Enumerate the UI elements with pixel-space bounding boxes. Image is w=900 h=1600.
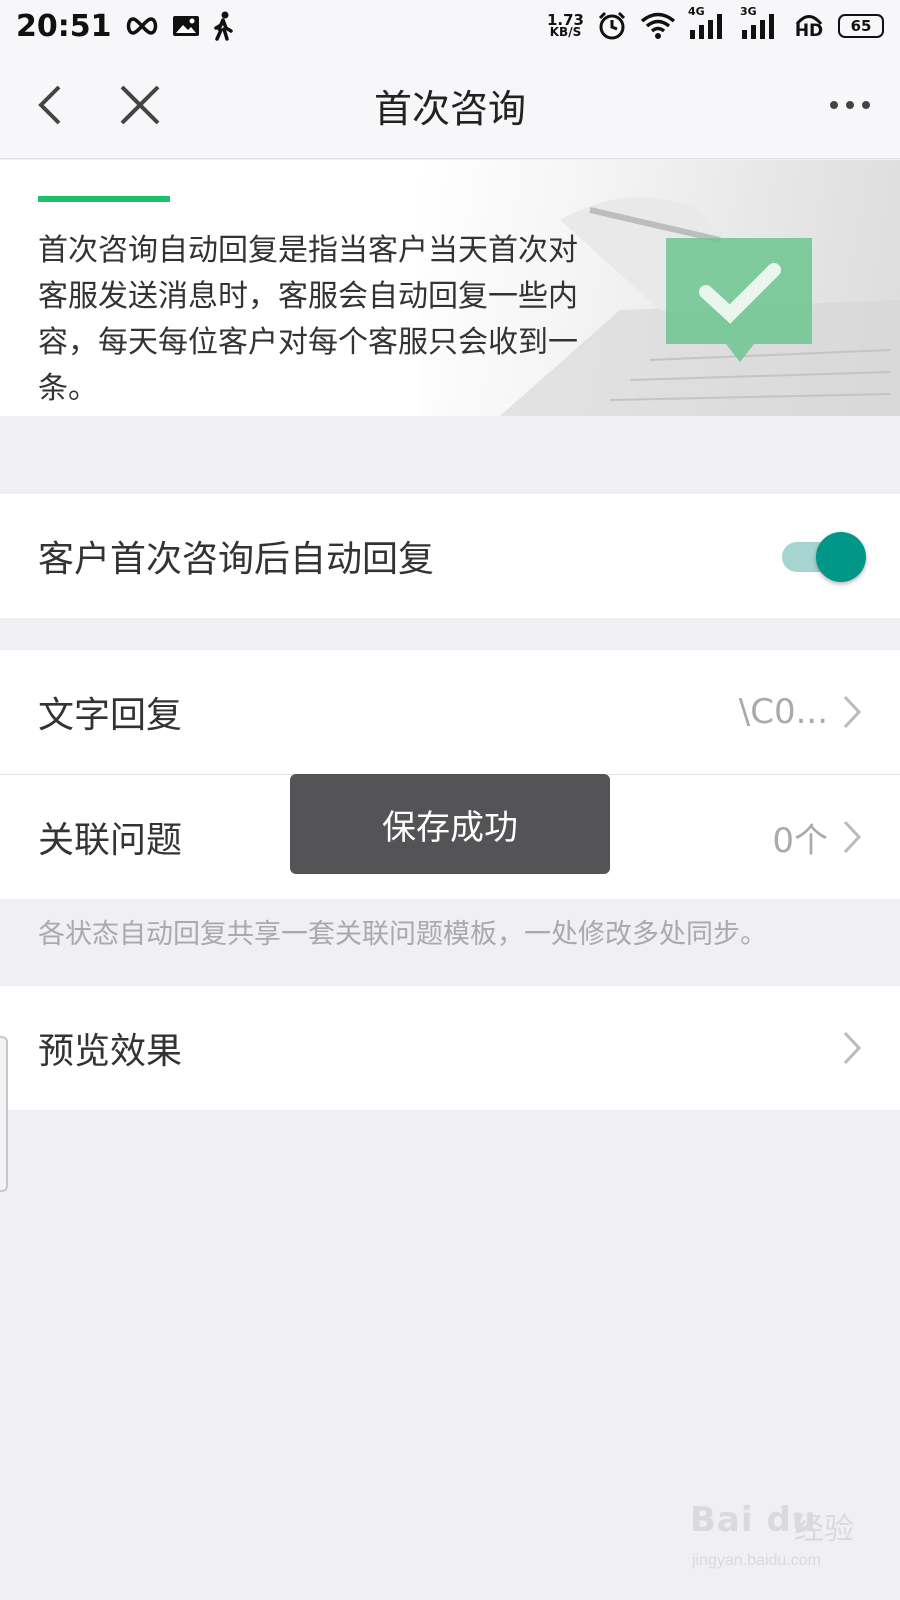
signal-3g-label: 3G: [740, 5, 757, 18]
preview-label: 预览效果: [38, 1031, 183, 1072]
gallery-icon: [172, 11, 200, 41]
walking-icon: [212, 11, 234, 41]
chevron-right-icon: [843, 695, 862, 729]
toggle-knob: [816, 532, 866, 582]
text-reply-right: \C0...: [739, 692, 862, 732]
preview-row[interactable]: 预览效果: [0, 986, 900, 1110]
banner-accent-bar: [38, 196, 170, 202]
net-speed-unit: KB/S: [549, 25, 582, 39]
nav-bar: 首次咨询: [0, 52, 900, 159]
auto-reply-control: [782, 532, 866, 582]
related-questions-note: 各状态自动回复共享一套关联问题模板，一处修改多处同步。: [38, 919, 767, 950]
banner-description: 首次咨询自动回复是指当客户当天首次对客服发送消息时，客服会自动回复一些内容，每天…: [38, 233, 578, 406]
status-time: 20:51: [16, 8, 112, 44]
more-button[interactable]: [810, 52, 890, 158]
infinity-icon: [124, 11, 160, 41]
hd-label: HD: [794, 21, 824, 41]
chevron-right-icon: [843, 1031, 862, 1065]
related-questions-count: 0个: [772, 820, 828, 861]
signal-3g-icon: 3G: [740, 5, 780, 41]
signal-4g-icon: 4G: [688, 5, 728, 41]
net-speed: 1.73 KB/S: [547, 13, 584, 39]
status-bar: 20:51 1.73 KB/S 4G 3G HD 65: [0, 0, 900, 52]
save-success-toast: 保存成功: [290, 774, 610, 874]
related-questions-label: 关联问题: [38, 820, 183, 861]
text-reply-label: 文字回复: [38, 695, 183, 736]
signal-4g-label: 4G: [688, 5, 705, 18]
baidu-watermark: Bai du 经验 jingyan.baidu.com: [690, 1500, 890, 1590]
status-left: 20:51: [16, 9, 234, 44]
hd-icon: HD: [792, 11, 826, 41]
battery-level: 65: [850, 17, 872, 35]
preview-right: [842, 1030, 862, 1066]
page-title: 首次咨询: [373, 86, 526, 131]
more-dots-icon: [830, 101, 870, 109]
auto-reply-toggle[interactable]: [782, 532, 866, 582]
check-badge-icon: [666, 238, 816, 372]
chevron-right-icon: [843, 820, 862, 854]
text-reply-row[interactable]: 文字回复 \C0...: [0, 650, 900, 774]
auto-reply-row[interactable]: 客户首次咨询后自动回复: [0, 494, 900, 618]
battery-icon: 65: [838, 14, 884, 38]
status-right: 1.73 KB/S 4G 3G HD 65: [547, 5, 884, 41]
auto-reply-label: 客户首次咨询后自动回复: [38, 539, 435, 580]
watermark-text: 经验: [794, 1512, 854, 1547]
text-reply-value: \C0...: [738, 692, 828, 732]
related-questions-right: 0个: [772, 813, 862, 862]
wifi-icon: [640, 11, 676, 41]
alarm-icon: [596, 11, 628, 41]
edge-drawer-handle[interactable]: [0, 1036, 8, 1192]
intro-banner: 首次咨询自动回复是指当客户当天首次对客服发送消息时，客服会自动回复一些内容，每天…: [0, 160, 900, 416]
watermark-url: jingyan.baidu.com: [692, 1552, 821, 1569]
